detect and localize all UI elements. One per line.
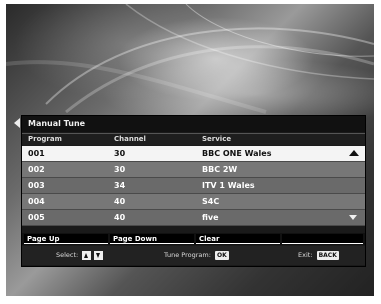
help-bar: Select: Tune Program: OK Exit: BACK [22,246,365,265]
channel-number: 30 [114,149,126,158]
page-up-button[interactable]: Page Up [24,234,108,244]
up-arrow-key-icon[interactable] [82,250,92,260]
select-hint: Select: [56,246,104,265]
program-number: 003 [28,181,45,190]
table-header: Program Channel Service [22,133,365,145]
program-number: 002 [28,165,45,174]
scroll-down-icon[interactable] [349,215,357,220]
table-row[interactable]: 005 40 five [22,210,365,226]
manual-tune-dialog: Manual Tune Program Channel Service 001 … [21,115,366,267]
column-header-channel: Channel [114,135,146,143]
channel-number: 34 [114,181,126,190]
background-swirl [6,4,374,114]
table-row[interactable]: 004 40 S4C [22,194,365,210]
blank-function-button[interactable] [282,234,363,244]
ok-key[interactable]: OK [214,250,229,260]
table-row[interactable]: 001 30 BBC ONE Wales [22,146,365,162]
table-row[interactable]: 003 34 ITV 1 Wales [22,178,365,194]
service-name: S4C [202,197,220,206]
service-name: BBC ONE Wales [202,149,272,158]
tv-screen: Manual Tune Program Channel Service 001 … [6,4,374,296]
exit-label: Exit: [298,251,313,259]
channel-number: 40 [114,197,126,206]
left-arrow-icon[interactable] [14,118,20,128]
dialog-title: Manual Tune [22,116,365,132]
clear-button[interactable]: Clear [196,234,280,244]
channel-number: 30 [114,165,126,174]
page-down-button[interactable]: Page Down [110,234,194,244]
program-number: 001 [28,149,45,158]
back-key[interactable]: BACK [316,250,339,260]
service-name: ITV 1 Wales [202,181,255,190]
exit-hint: Exit: BACK [298,246,339,265]
down-arrow-key-icon[interactable] [94,250,104,260]
tune-program-hint: Tune Program: OK [164,246,229,265]
tune-program-label: Tune Program: [164,251,211,259]
service-name: five [202,213,219,222]
column-header-service: Service [202,135,232,143]
function-button-bar: Page Up Page Down Clear [22,233,365,245]
select-hint-label: Select: [56,251,79,259]
table-row[interactable]: 002 30 BBC 2W [22,162,365,178]
program-number: 004 [28,197,45,206]
column-header-program: Program [28,135,62,143]
service-name: BBC 2W [202,165,238,174]
scroll-up-icon[interactable] [349,150,359,156]
program-number: 005 [28,213,45,222]
program-list: 001 30 BBC ONE Wales 002 30 BBC 2W 003 3… [22,146,365,226]
channel-number: 40 [114,213,126,222]
